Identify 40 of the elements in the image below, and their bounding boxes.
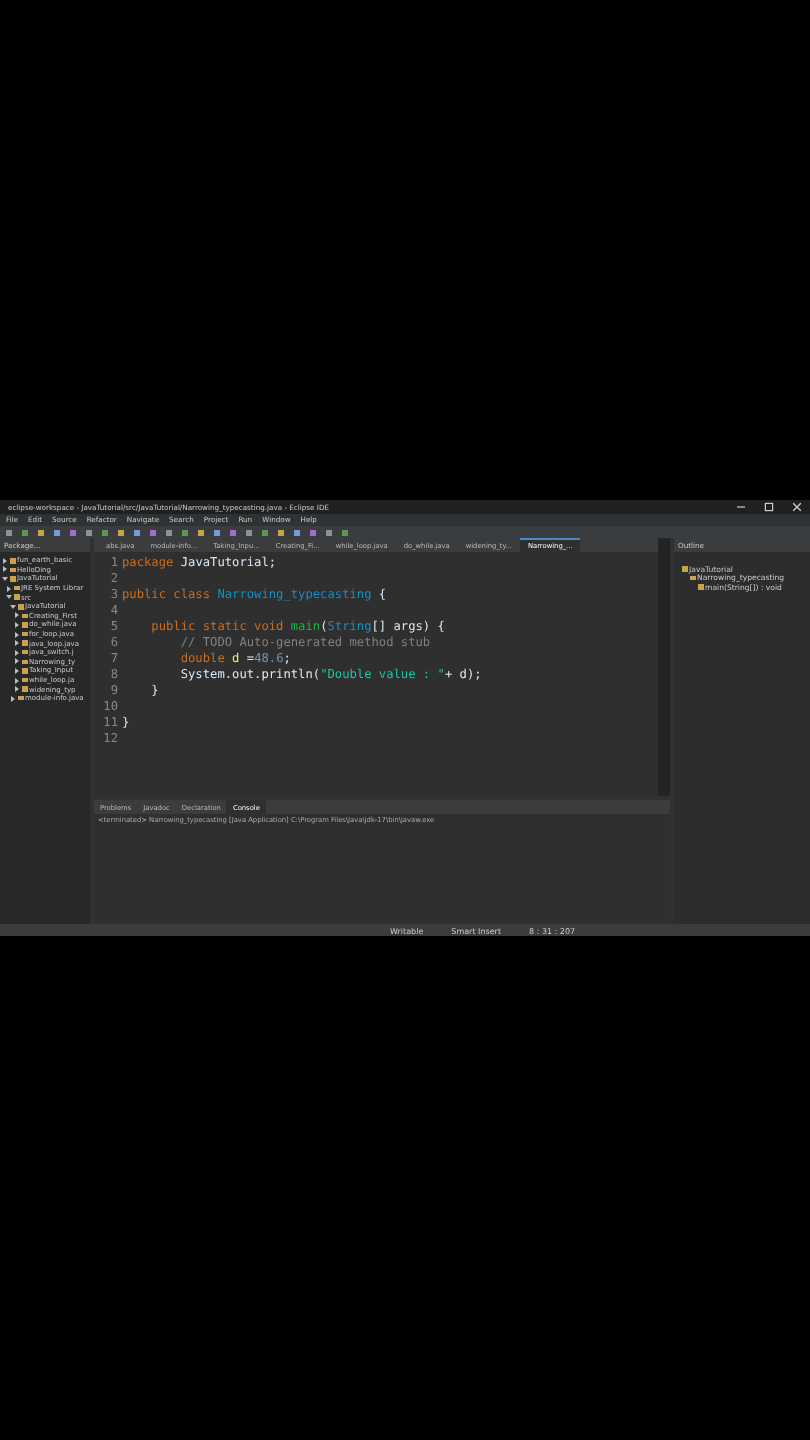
toolbar-icon[interactable] <box>326 529 332 535</box>
toolbar-icon[interactable] <box>22 529 28 535</box>
expanded-arrow-icon[interactable] <box>2 575 8 582</box>
collapsed-arrow-icon[interactable] <box>14 612 20 619</box>
toolbar-icon[interactable] <box>102 529 108 535</box>
toolbar-icon[interactable] <box>54 529 60 535</box>
toolbar-icon[interactable] <box>230 529 236 535</box>
toolbar-icon[interactable] <box>278 529 284 535</box>
collapsed-arrow-icon[interactable] <box>14 631 20 638</box>
collapsed-arrow-icon[interactable] <box>6 585 12 592</box>
toolbar-icon[interactable] <box>6 529 12 535</box>
collapsed-arrow-icon[interactable] <box>14 667 20 674</box>
toolbar-icon[interactable] <box>310 529 316 535</box>
toolbar-icon[interactable] <box>86 529 92 535</box>
collapsed-arrow-icon[interactable] <box>14 649 20 656</box>
collapsed-arrow-icon[interactable] <box>14 686 20 693</box>
toolbar-icon[interactable] <box>214 529 220 535</box>
close-icon[interactable] <box>792 502 802 512</box>
collapsed-arrow-icon[interactable] <box>14 658 20 665</box>
toolbar-icon[interactable] <box>70 529 76 535</box>
toolbar-icon[interactable] <box>150 529 156 535</box>
collapsed-arrow-icon[interactable] <box>2 557 8 564</box>
toolbar-icon[interactable] <box>166 529 172 535</box>
collapsed-arrow-icon[interactable] <box>10 695 16 702</box>
toolbar-icon[interactable] <box>246 529 252 535</box>
toolbar-icon[interactable] <box>182 529 188 535</box>
collapsed-arrow-icon[interactable] <box>14 677 20 684</box>
toolbar-icon[interactable] <box>38 529 44 535</box>
maximize-icon[interactable] <box>764 502 774 512</box>
collapsed-arrow-icon[interactable] <box>14 640 20 647</box>
toolbar-icon[interactable] <box>198 529 204 535</box>
expanded-arrow-icon[interactable] <box>10 603 16 610</box>
expanded-arrow-icon[interactable] <box>6 594 12 601</box>
toolbar-icon[interactable] <box>294 529 300 535</box>
collapsed-arrow-icon[interactable] <box>2 566 8 573</box>
toolbar-icon[interactable] <box>342 529 348 535</box>
toolbar-icon[interactable] <box>134 529 140 535</box>
toolbar-icon[interactable] <box>262 529 268 535</box>
toolbar-icon[interactable] <box>118 529 124 535</box>
collapsed-arrow-icon[interactable] <box>14 621 20 628</box>
